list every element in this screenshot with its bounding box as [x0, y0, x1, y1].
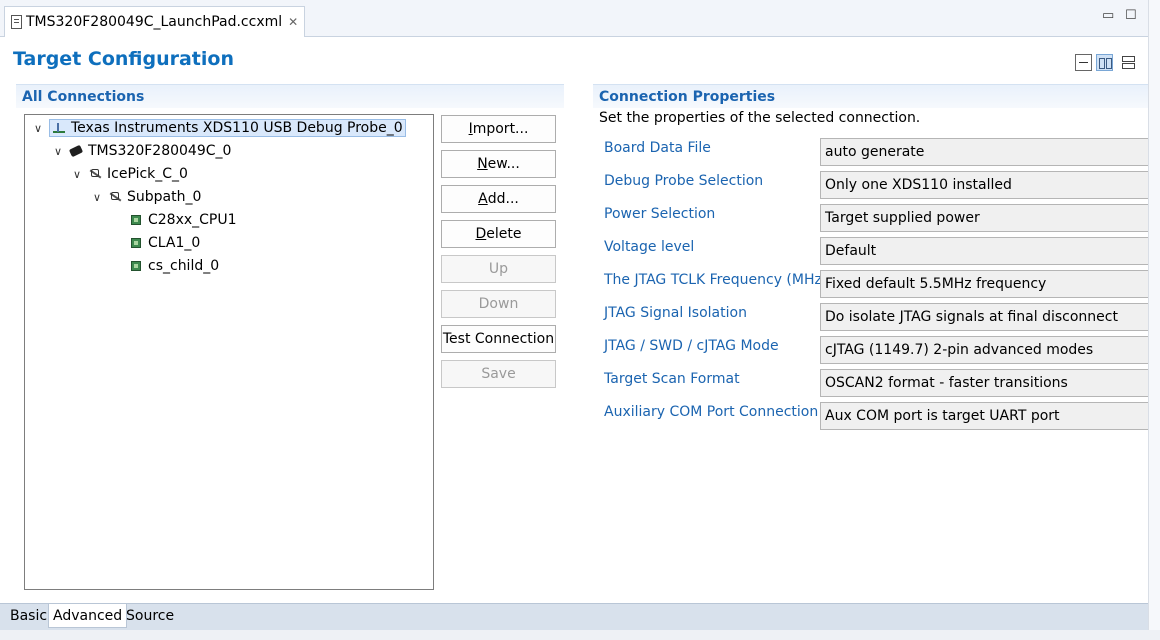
power-selection-label: Power Selection	[604, 206, 716, 222]
up-button[interactable]: Up	[441, 255, 556, 283]
aux-com-port-field[interactable]: Aux COM port is target UART port	[820, 402, 1148, 430]
add-button[interactable]: Add...	[441, 185, 556, 213]
cpu-chip-icon	[129, 236, 143, 250]
jtag-swd-cjtag-mode-label: JTAG / SWD / cJTAG Mode	[604, 338, 779, 354]
jtag-signal-isolation-label: JTAG Signal Isolation	[604, 305, 747, 321]
right-side-panel	[1148, 0, 1160, 640]
tab-basic[interactable]: Basic	[6, 604, 51, 628]
voltage-level-field[interactable]: Default	[820, 237, 1148, 265]
editor-tab[interactable]: TMS320F280049C_LaunchPad.ccxml ✕	[4, 6, 306, 37]
horizontal-layout-icon[interactable]	[1096, 54, 1113, 71]
tree-node-subpath[interactable]: ∨ Subpath_0	[90, 186, 201, 208]
router-icon	[88, 167, 102, 181]
tab-advanced[interactable]: Advanced	[48, 604, 128, 628]
target-scan-format-label: Target Scan Format	[604, 371, 740, 387]
jtag-swd-cjtag-mode-field[interactable]: cJTAG (1149.7) 2-pin advanced modes	[820, 336, 1148, 364]
tree-node-probe[interactable]: ∨ Texas Instruments XDS110 USB Debug Pro…	[31, 117, 406, 139]
tree-node-label: Subpath_0	[127, 189, 202, 205]
debug-probe-selection-field[interactable]: Only one XDS110 installed	[820, 171, 1148, 199]
tree-node-label: CLA1_0	[148, 235, 201, 251]
target-scan-format-field[interactable]: OSCAN2 format - faster transitions	[820, 369, 1148, 397]
board-data-file-field[interactable]: auto generate	[820, 138, 1148, 166]
tree-node-cpu1[interactable]: C28xx_CPU1	[129, 209, 237, 231]
subpath-icon	[108, 190, 122, 204]
tree-node-cs-child[interactable]: cs_child_0	[129, 255, 219, 277]
selected-node[interactable]: Texas Instruments XDS110 USB Debug Probe…	[49, 119, 406, 137]
voltage-level-label: Voltage level	[604, 239, 695, 255]
board-data-file-label: Board Data File	[604, 140, 711, 156]
tree-node-label: cs_child_0	[148, 258, 220, 274]
import-button[interactable]: Import...	[441, 115, 556, 143]
tree-node-label: IcePick_C_0	[107, 166, 188, 182]
tree-node-label: C28xx_CPU1	[148, 212, 237, 228]
delete-button[interactable]: Delete	[441, 220, 556, 248]
tree-node-icepick[interactable]: ∨ IcePick_C_0	[70, 163, 188, 185]
collapse-arrow-icon[interactable]: ∨	[51, 145, 65, 158]
probe-icon	[52, 121, 66, 135]
tree-node-label: Texas Instruments XDS110 USB Debug Probe…	[71, 120, 403, 136]
aux-com-port-label: Auxiliary COM Port Connection	[604, 404, 819, 420]
jtag-tclk-frequency-label: The JTAG TCLK Frequency (MHz)	[604, 272, 828, 288]
connection-properties-header: Connection Properties	[593, 84, 1148, 108]
jtag-tclk-frequency-field[interactable]: Fixed default 5.5MHz frequency	[820, 270, 1148, 298]
debug-probe-selection-label: Debug Probe Selection	[604, 173, 764, 189]
cpu-chip-icon	[129, 259, 143, 273]
cpu-chip-icon	[129, 213, 143, 227]
ccxml-file-icon	[11, 15, 22, 29]
tree-node-cla1[interactable]: CLA1_0	[129, 232, 200, 254]
maximize-button[interactable]: ☐	[1125, 8, 1137, 23]
tree-node-label: TMS320F280049C_0	[88, 143, 232, 159]
new-button[interactable]: New...	[441, 150, 556, 178]
tree-node-device[interactable]: ∨ TMS320F280049C_0	[51, 140, 231, 162]
all-connections-header: All Connections	[16, 84, 564, 108]
status-strip	[0, 630, 1160, 640]
page-title: Target Configuration	[13, 48, 234, 70]
connections-tree[interactable]: ∨ Texas Instruments XDS110 USB Debug Pro…	[24, 114, 434, 590]
power-selection-field[interactable]: Target supplied power	[820, 204, 1148, 232]
collapse-all-icon[interactable]	[1075, 54, 1092, 71]
collapse-arrow-icon[interactable]: ∨	[90, 191, 104, 204]
save-button[interactable]: Save	[441, 360, 556, 388]
close-tab-icon[interactable]: ✕	[288, 15, 298, 29]
vertical-layout-icon[interactable]	[1120, 54, 1137, 71]
tab-source[interactable]: Source	[122, 604, 178, 628]
test-connection-button[interactable]: Test Connection	[441, 325, 556, 353]
editor-tab-title: TMS320F280049C_LaunchPad.ccxml	[26, 14, 283, 30]
down-button[interactable]: Down	[441, 290, 556, 318]
collapse-arrow-icon[interactable]: ∨	[70, 168, 84, 181]
device-icon	[67, 142, 86, 161]
jtag-signal-isolation-field[interactable]: Do isolate JTAG signals at final disconn…	[820, 303, 1148, 331]
properties-description: Set the properties of the selected conne…	[599, 110, 921, 126]
collapse-arrow-icon[interactable]: ∨	[31, 122, 45, 135]
minimize-button[interactable]: ▭	[1102, 8, 1114, 23]
